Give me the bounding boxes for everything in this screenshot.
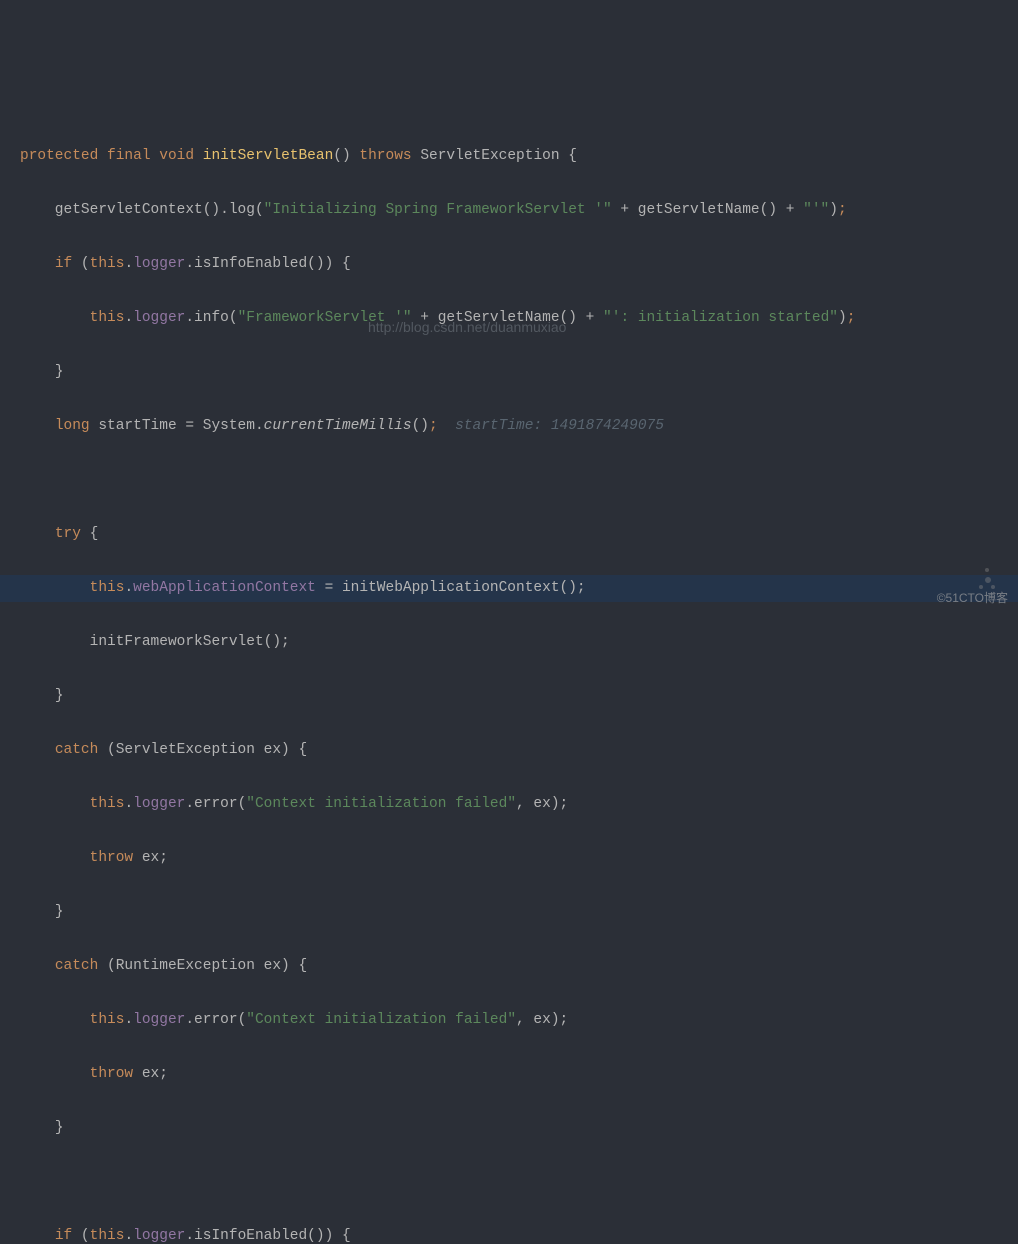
code-text: , ex);: [516, 1012, 568, 1028]
code-line: throw ex;: [0, 845, 1018, 872]
watermark-text: http://blog.csdn.net/duanmuxiao: [368, 314, 566, 341]
code-text: ex;: [133, 850, 168, 866]
string-literal: "': initialization started": [603, 310, 838, 326]
paren: (: [72, 1228, 89, 1244]
keyword: throw: [90, 1066, 134, 1082]
method-call: .info(: [185, 310, 237, 326]
code-text: (ServletException ex) {: [98, 742, 307, 758]
paren: (): [333, 148, 350, 164]
code-text: ): [829, 202, 838, 218]
dot: .: [124, 796, 133, 812]
keyword: protected: [20, 148, 98, 164]
semicolon: ;: [847, 310, 856, 326]
code-line-blank: [0, 1169, 1018, 1196]
code-line: catch (RuntimeException ex) {: [0, 953, 1018, 980]
code-text: (RuntimeException ex) {: [98, 958, 307, 974]
code-text: (): [412, 418, 429, 434]
semicolon: ;: [429, 418, 438, 434]
brace: }: [55, 688, 64, 704]
method-name: initServletBean: [203, 148, 334, 164]
code-text: initFrameworkServlet();: [90, 634, 290, 650]
keyword: if: [55, 256, 72, 272]
method-call: .isInfoEnabled()): [185, 1228, 333, 1244]
code-line: this.logger.error("Context initializatio…: [0, 791, 1018, 818]
code-line-highlighted: this.webApplicationContext = initWebAppl…: [0, 575, 1018, 602]
code-text: = initWebApplicationContext();: [316, 580, 586, 596]
string-literal: "Context initialization failed": [246, 1012, 516, 1028]
code-line: protected final void initServletBean() t…: [0, 143, 1018, 170]
code-text: + getServletName() +: [612, 202, 803, 218]
method-call: .error(: [185, 796, 246, 812]
code-line: if (this.logger.isInfoEnabled()) {: [0, 1223, 1018, 1244]
code-text: startTime = System.: [90, 418, 264, 434]
keyword: this: [90, 1012, 125, 1028]
method-call: currentTimeMillis: [264, 418, 412, 434]
code-text: getServletContext().log(: [20, 202, 264, 218]
type: ServletException: [420, 148, 559, 164]
dot: .: [124, 256, 133, 272]
code-block: protected final void initServletBean() t…: [0, 108, 1018, 1244]
code-line: initFrameworkServlet();: [0, 629, 1018, 656]
keyword: this: [90, 796, 125, 812]
brace: {: [333, 256, 350, 272]
brace: }: [55, 1120, 64, 1136]
keyword: throw: [90, 850, 134, 866]
keyword: throws: [359, 148, 411, 164]
keyword: void: [159, 148, 194, 164]
inline-comment: startTime: 1491874249075: [438, 418, 664, 434]
code-line: this.logger.error("Context initializatio…: [0, 1007, 1018, 1034]
code-line: }: [0, 899, 1018, 926]
field-ref: logger: [133, 1228, 185, 1244]
code-text: ex;: [133, 1066, 168, 1082]
brace: {: [333, 1228, 350, 1244]
keyword: this: [90, 580, 125, 596]
code-line: }: [0, 359, 1018, 386]
keyword: this: [90, 1228, 125, 1244]
brace: }: [55, 364, 64, 380]
keyword: if: [55, 1228, 72, 1244]
keyword: this: [90, 256, 125, 272]
brace: {: [81, 526, 98, 542]
code-line: }: [0, 683, 1018, 710]
copyright-text: ©51CTO博客: [937, 585, 1008, 612]
string-literal: "Initializing Spring FrameworkServlet '": [264, 202, 612, 218]
code-line: catch (ServletException ex) {: [0, 737, 1018, 764]
dot: .: [124, 310, 133, 326]
dot: .: [124, 580, 133, 596]
field-ref: logger: [133, 796, 185, 812]
code-text: , ex);: [516, 796, 568, 812]
paren: (: [72, 256, 89, 272]
keyword: this: [90, 310, 125, 326]
code-line: throw ex;: [0, 1061, 1018, 1088]
code-line: if (this.logger.isInfoEnabled()) {: [0, 251, 1018, 278]
brace: }: [55, 904, 64, 920]
code-line: try {: [0, 521, 1018, 548]
field-ref: logger: [133, 310, 185, 326]
dot: .: [124, 1228, 133, 1244]
dot: .: [124, 1012, 133, 1028]
keyword: final: [107, 148, 151, 164]
string-literal: "'": [803, 202, 829, 218]
string-literal: "Context initialization failed": [246, 796, 516, 812]
code-line: getServletContext().log("Initializing Sp…: [0, 197, 1018, 224]
keyword: catch: [55, 742, 99, 758]
paren: ): [838, 310, 847, 326]
method-call: .error(: [185, 1012, 246, 1028]
semicolon: ;: [838, 202, 847, 218]
keyword: try: [55, 526, 81, 542]
brace: {: [568, 148, 577, 164]
field-ref: logger: [133, 256, 185, 272]
field-ref: logger: [133, 1012, 185, 1028]
field-ref: webApplicationContext: [133, 580, 316, 596]
code-line: }: [0, 1115, 1018, 1142]
method-call: .isInfoEnabled()): [185, 256, 333, 272]
keyword: catch: [55, 958, 99, 974]
code-line: long startTime = System.currentTimeMilli…: [0, 413, 1018, 440]
keyword: long: [55, 418, 90, 434]
code-line-blank: [0, 467, 1018, 494]
